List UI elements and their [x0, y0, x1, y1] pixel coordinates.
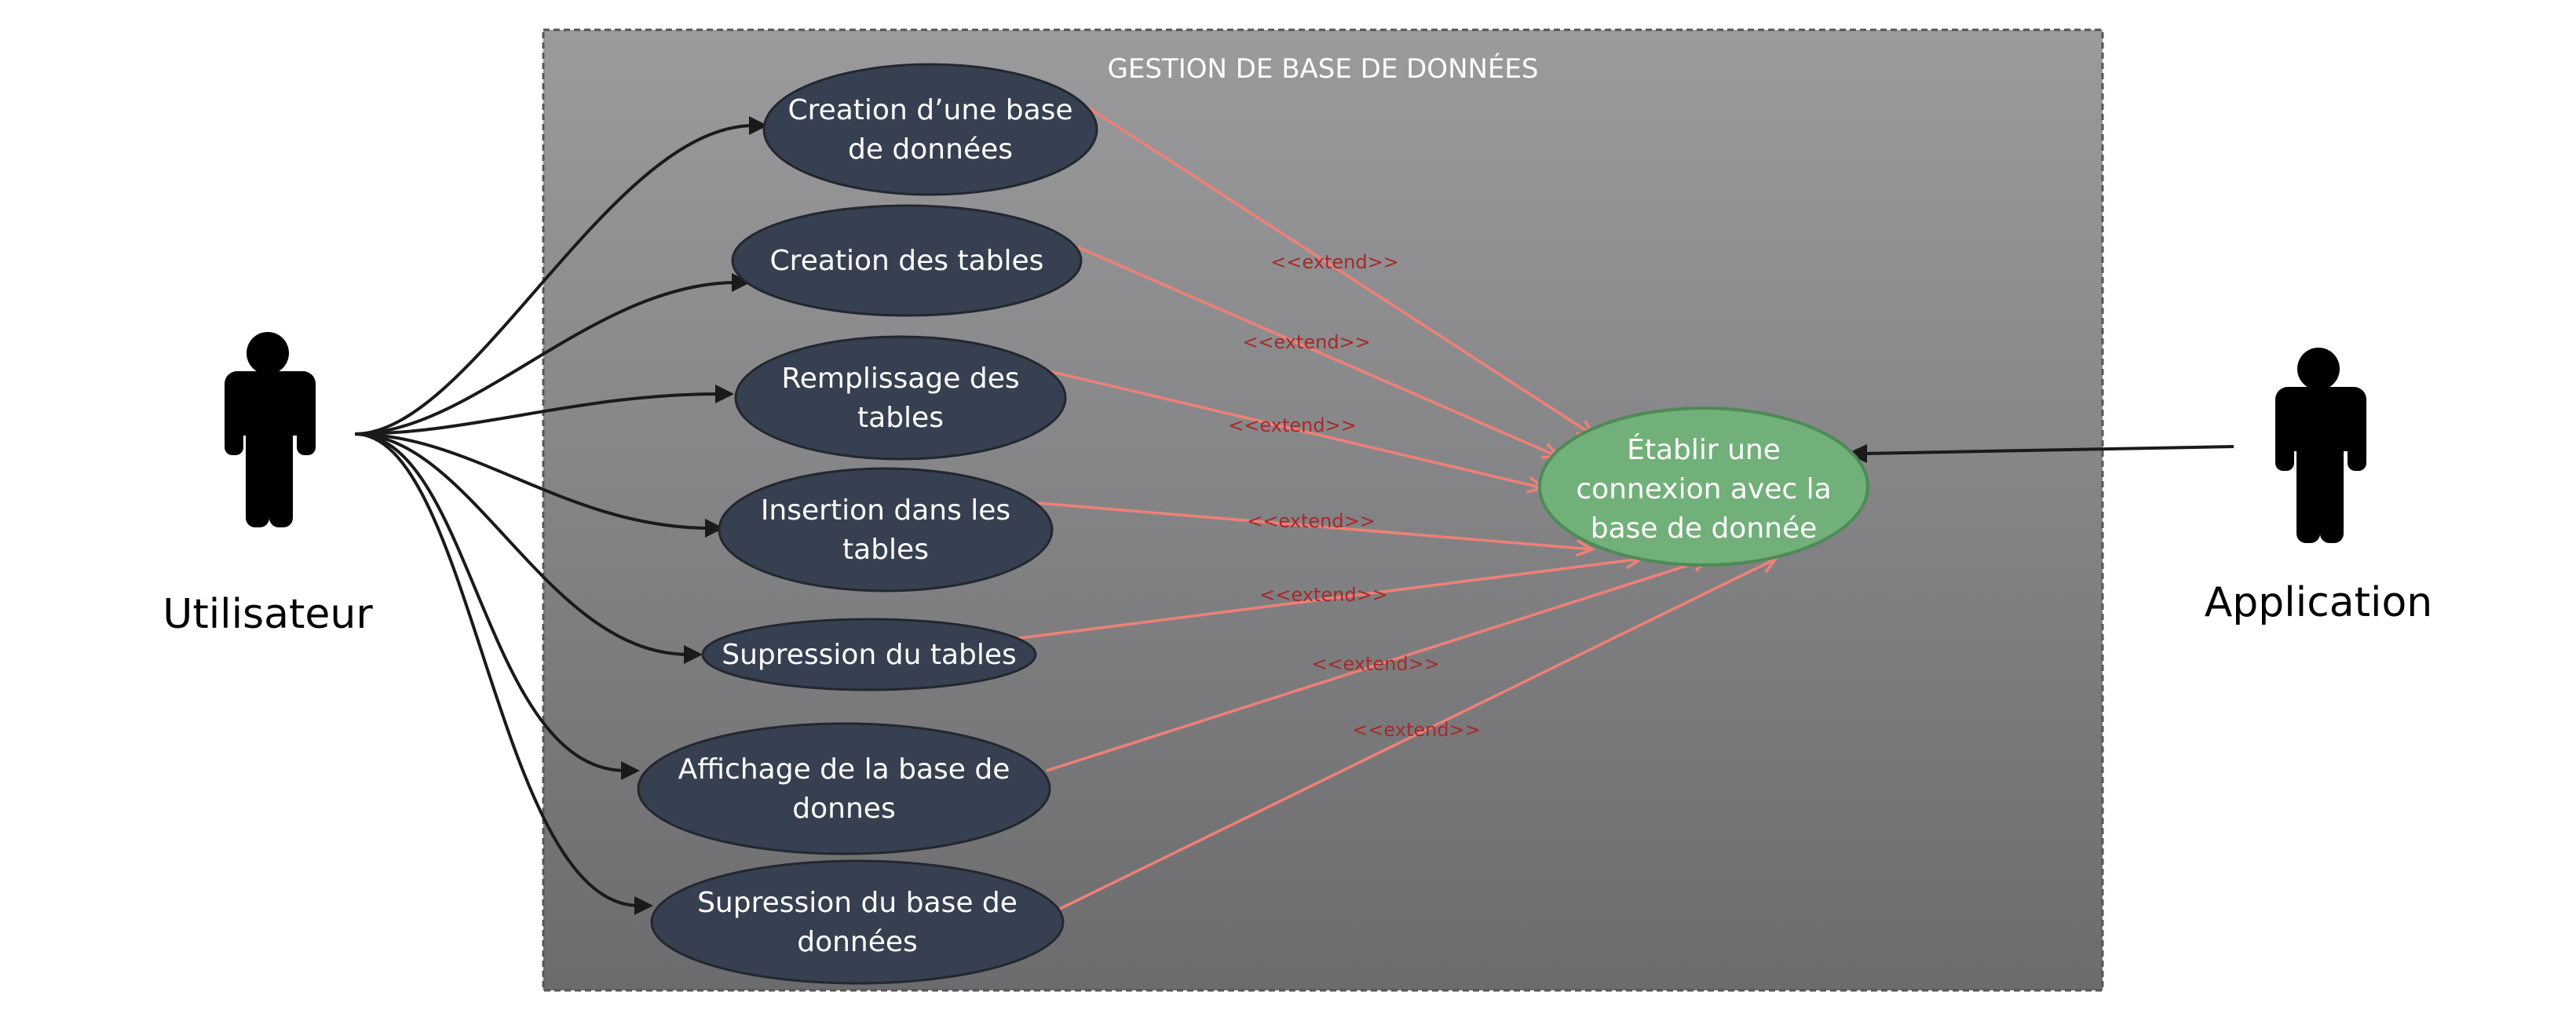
use-case-remplissage-tables[interactable]: Remplissage des tables [734, 335, 1067, 461]
extend-label: <<extend>> [1242, 331, 1371, 353]
actor-application[interactable]: Application [2205, 348, 2433, 626]
use-case-label-line-2: tables [842, 534, 929, 566]
use-case-ellipse [650, 859, 1065, 985]
actor-application-label: Application [2205, 579, 2433, 626]
use-case-insertion-tables[interactable]: Insertion dans les tables [718, 467, 1054, 593]
use-case-supression-tables[interactable]: Supression du tables [701, 618, 1037, 691]
stick-figure-icon [225, 332, 316, 527]
extend-label: <<extend>> [1270, 251, 1399, 273]
extend-label: <<extend>> [1259, 584, 1388, 606]
stick-figure-icon [2275, 348, 2366, 543]
use-case-label-line-2: de données [848, 133, 1013, 166]
use-case-label-line-1: Supression du tables [722, 639, 1017, 671]
use-case-diagram: GESTION DE BASE DE DONNÉES <<extend>> <<e… [163, 28, 2433, 992]
use-case-creation-base[interactable]: Creation d’une base de données [762, 63, 1098, 196]
extend-label: <<extend>> [1228, 414, 1357, 436]
use-case-connexion[interactable]: Établir une connexion avec la base de do… [1538, 407, 1869, 567]
use-case-label-line-2: donnes [792, 793, 895, 825]
use-case-affichage-base[interactable]: Affichage de la base de donnes [637, 722, 1051, 855]
extend-label: <<extend>> [1247, 510, 1376, 532]
use-case-ellipse [762, 63, 1098, 196]
connexion-label-line-3: base de donnée [1591, 512, 1818, 545]
use-case-label-line-1: Insertion dans les [761, 494, 1010, 527]
use-case-label-line-2: données [797, 926, 918, 958]
use-case-label-line-1: Remplissage des [781, 363, 1019, 395]
use-case-ellipse [637, 722, 1051, 855]
actor-utilisateur[interactable]: Utilisateur [163, 332, 373, 638]
use-case-creation-tables[interactable]: Creation des tables [731, 204, 1083, 317]
extend-label: <<extend>> [1311, 653, 1440, 675]
use-case-ellipse [734, 335, 1067, 461]
extend-label: <<extend>> [1352, 719, 1481, 741]
use-case-label-line-1: Creation des tables [770, 245, 1044, 277]
use-case-label-line-2: tables [857, 402, 944, 434]
actor-utilisateur-label: Utilisateur [163, 591, 373, 638]
use-case-supression-base[interactable]: Supression du base de données [650, 859, 1065, 985]
system-title: GESTION DE BASE DE DONNÉES [1108, 53, 1539, 85]
use-case-label-line-1: Creation d’une base [787, 94, 1072, 126]
use-case-label-line-1: Supression du base de [697, 887, 1018, 919]
use-case-label-line-1: Affichage de la base de [678, 753, 1010, 786]
connexion-label-line-1: Établir une [1627, 433, 1781, 466]
connexion-label-line-2: connexion avec la [1576, 473, 1831, 505]
use-case-ellipse [718, 467, 1054, 593]
